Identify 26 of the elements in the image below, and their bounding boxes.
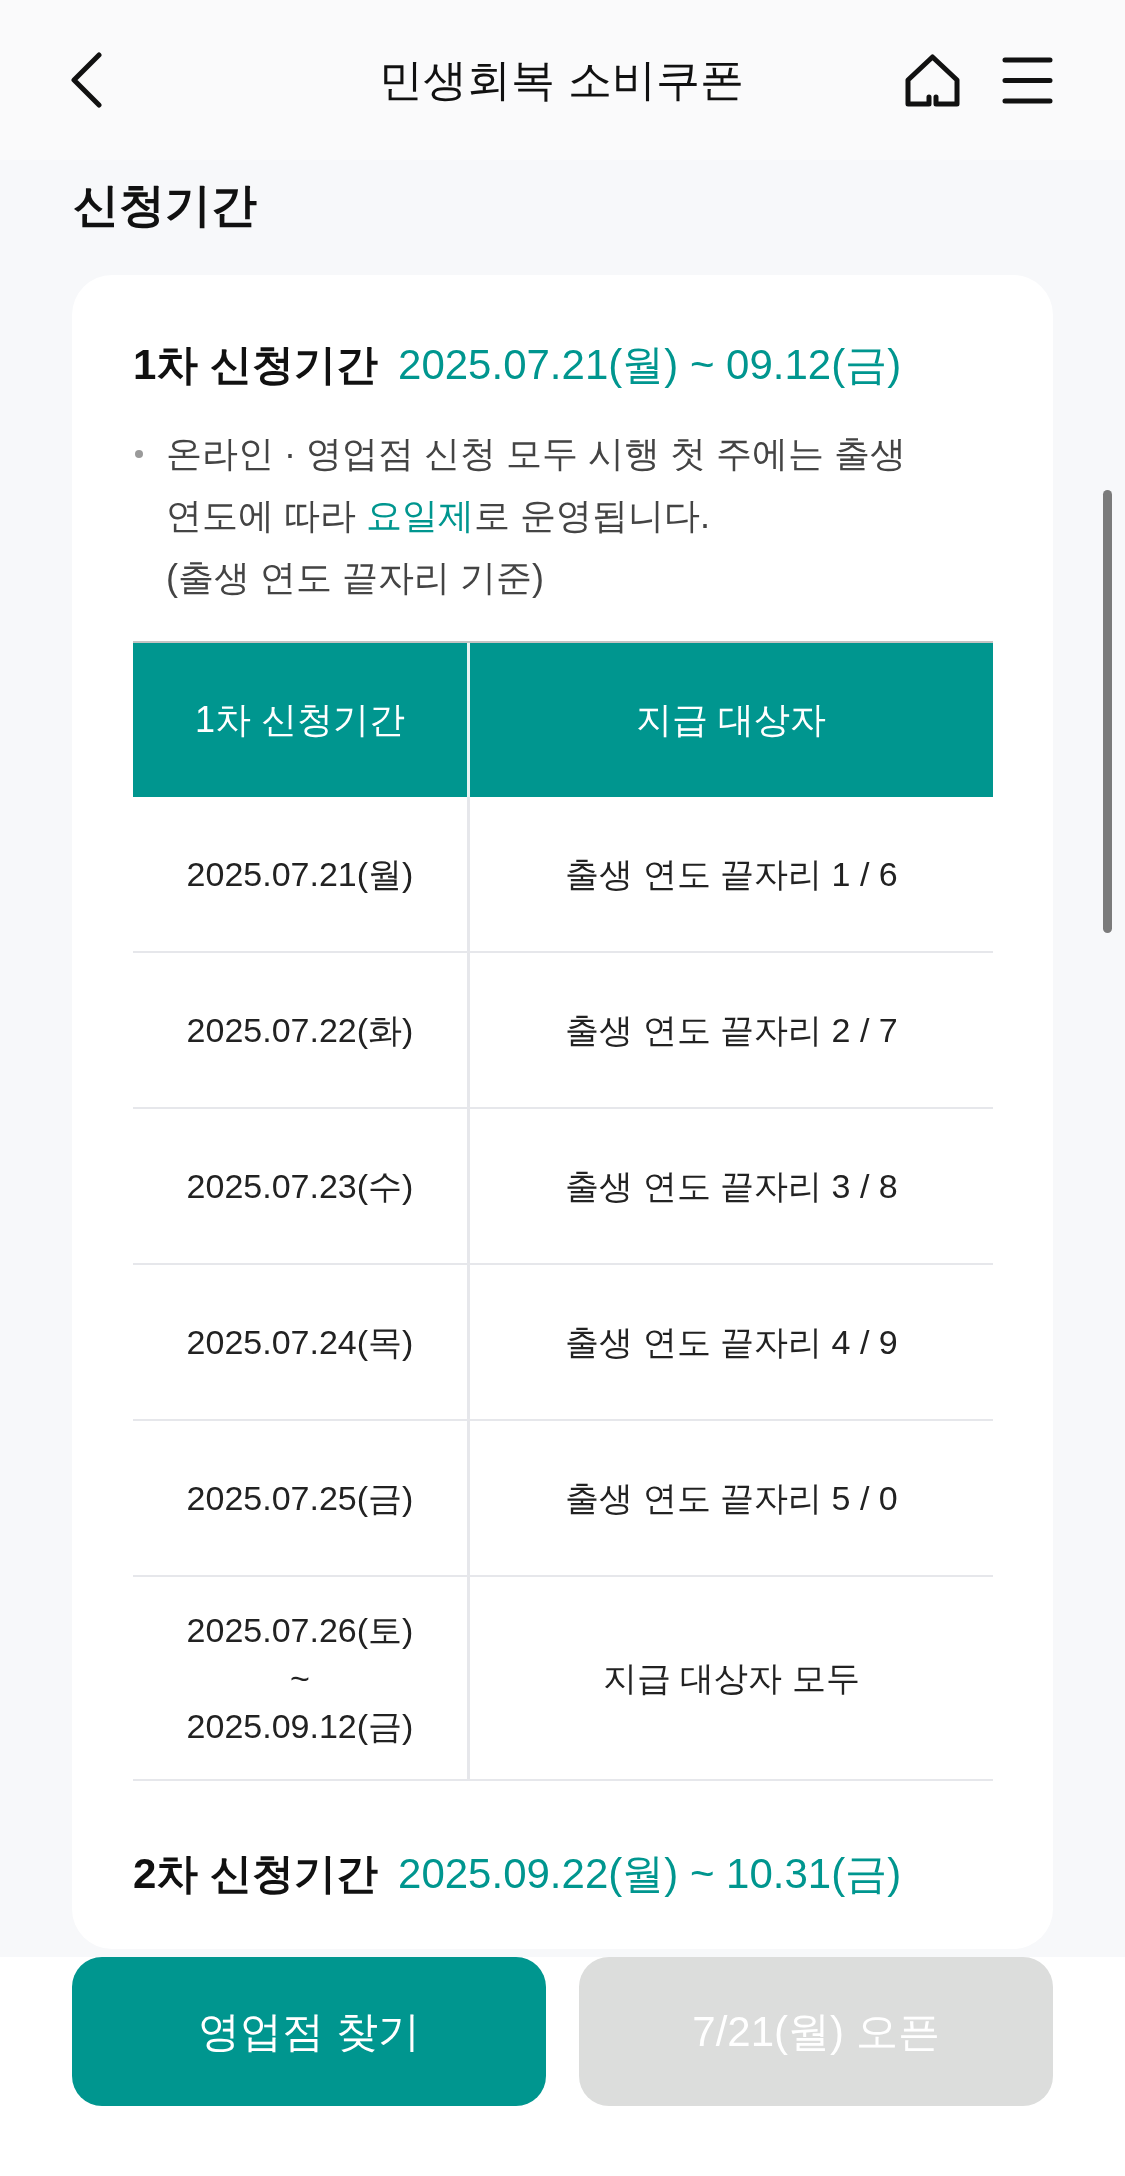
table-cell-text: 2025.07.21(월) — [186, 854, 414, 895]
period-label: 2차 신청기간 — [133, 1849, 379, 1899]
table-cell-text: 출생 연도 끝자리 1 / 6 — [565, 854, 898, 895]
table-cell-text: 2025.07.25(금) — [186, 1478, 414, 1519]
branch-finder-button[interactable]: 영업점 찾기 — [72, 1957, 546, 2106]
table-cell-text: 2025.07.24(목) — [186, 1322, 414, 1363]
page-title: 민생회복 소비쿠폰 — [379, 54, 744, 106]
note-text: 온라인 · 영업점 신청 모두 시행 첫 주에는 출생 연도에 따라 요일제로 운영됩니다. (출생 연도 끝자리 기준) — [166, 432, 907, 600]
period-dates: 2025.09.22(월) ~ 10.31(금) — [398, 1849, 902, 1899]
column-header: 1차 신청기간 — [195, 698, 405, 742]
table-cell-text: 2025.07.26(토) ~ 2025.09.12(금) — [186, 1610, 414, 1747]
table-cell-text: 2025.07.23(수) — [186, 1166, 414, 1207]
table-cell-text: 출생 연도 끝자리 2 / 7 — [565, 1010, 898, 1051]
column-header: 지급 대상자 — [636, 698, 827, 742]
menu-icon[interactable] — [1002, 56, 1053, 104]
table-cell-text: 출생 연도 끝자리 5 / 0 — [565, 1478, 898, 1519]
back-icon[interactable] — [70, 52, 102, 108]
table-cell-text: 지급 대상자 모두 — [603, 1658, 860, 1699]
table-cell-text: 출생 연도 끝자리 3 / 8 — [565, 1166, 898, 1207]
bullet-icon — [135, 450, 143, 458]
table-cell-text: 2025.07.22(화) — [186, 1010, 414, 1051]
table-cell-text: 출생 연도 끝자리 4 / 9 — [565, 1322, 898, 1363]
section-title: 신청기간 — [73, 178, 257, 233]
period-label: 1차 신청기간 — [133, 340, 379, 390]
home-icon[interactable] — [905, 53, 960, 107]
period-dates: 2025.07.21(월) ~ 09.12(금) — [398, 340, 902, 390]
